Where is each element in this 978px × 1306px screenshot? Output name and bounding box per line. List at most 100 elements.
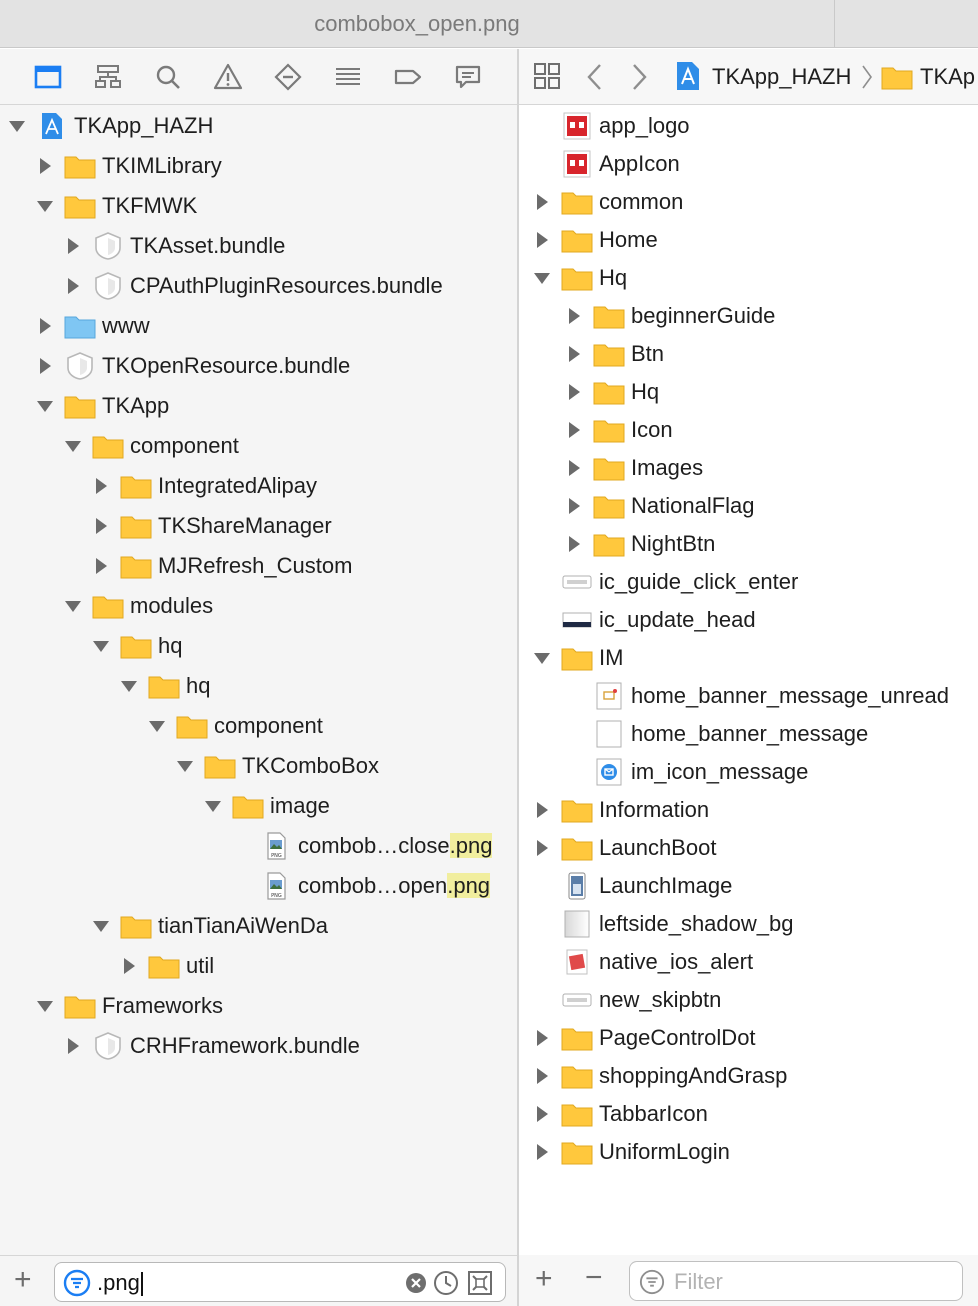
navigator-filter-field[interactable]: .png — [54, 1262, 506, 1302]
tree-row[interactable]: native_ios_alert — [533, 942, 753, 982]
disclosure-closed-icon[interactable] — [565, 421, 583, 439]
tree-row[interactable]: tianTianAiWenDa — [92, 906, 328, 946]
disclosure-open-icon[interactable] — [533, 649, 551, 667]
tree-row[interactable]: hq — [120, 666, 210, 706]
comment-icon[interactable] — [450, 59, 486, 95]
tree-row[interactable]: PageControlDot — [533, 1018, 756, 1058]
tree-row[interactable]: PNG combob…open.png — [232, 866, 491, 906]
tree-row[interactable]: LaunchImage — [533, 866, 732, 906]
tree-row[interactable]: ic_update_head — [533, 600, 756, 640]
tree-row[interactable]: component — [148, 706, 323, 746]
tree-row[interactable]: Information — [533, 790, 709, 830]
breadcrumb-project[interactable]: TKApp_HAZH — [712, 49, 851, 104]
add-file-button[interactable]: + — [14, 1265, 32, 1295]
tree-row[interactable]: TKShareManager — [92, 506, 332, 546]
tree-row[interactable]: CPAuthPluginResources.bundle — [64, 266, 443, 306]
tree-row[interactable]: beginnerGuide — [565, 296, 775, 336]
breadcrumb-folder[interactable]: TKAp — [920, 49, 975, 104]
back-arrow-icon[interactable] — [585, 62, 605, 92]
disclosure-closed-icon[interactable] — [92, 517, 110, 535]
tree-row[interactable]: Icon — [565, 410, 673, 450]
list-icon[interactable] — [330, 59, 366, 95]
disclosure-closed-icon[interactable] — [565, 383, 583, 401]
disclosure-open-icon[interactable] — [36, 397, 54, 415]
disclosure-closed-icon[interactable] — [565, 345, 583, 363]
tree-row[interactable]: TKApp_HAZH — [8, 106, 213, 146]
tree-row[interactable]: leftside_shadow_bg — [533, 904, 793, 944]
disclosure-open-icon[interactable] — [120, 677, 138, 695]
disclosure-open-icon[interactable] — [204, 797, 222, 815]
tree-row[interactable]: hq — [92, 626, 182, 666]
search-icon[interactable] — [150, 59, 186, 95]
tree-row[interactable]: common — [533, 182, 683, 222]
tree-row[interactable]: Home — [533, 220, 658, 260]
disclosure-closed-icon[interactable] — [36, 317, 54, 335]
tree-row[interactable]: IM — [533, 638, 623, 678]
disclosure-open-icon[interactable] — [36, 997, 54, 1015]
tree-row[interactable]: LaunchBoot — [533, 828, 716, 868]
tree-row[interactable]: shoppingAndGrasp — [533, 1056, 787, 1096]
disclosure-open-icon[interactable] — [92, 637, 110, 655]
disclosure-open-icon[interactable] — [36, 197, 54, 215]
tree-row[interactable]: util — [120, 946, 214, 986]
tree-row[interactable]: NationalFlag — [565, 486, 755, 526]
disclosure-closed-icon[interactable] — [533, 839, 551, 857]
tree-row[interactable]: app_logo — [533, 106, 690, 146]
disclosure-closed-icon[interactable] — [565, 497, 583, 515]
tree-row[interactable]: UniformLogin — [533, 1132, 730, 1172]
tree-row[interactable]: TKOpenResource.bundle — [36, 346, 350, 386]
asset-filter-field[interactable]: Filter — [629, 1261, 963, 1301]
filter-input-value[interactable]: .png — [97, 1263, 143, 1303]
tree-row[interactable]: TabbarIcon — [533, 1094, 708, 1134]
disclosure-open-icon[interactable] — [92, 917, 110, 935]
disclosure-closed-icon[interactable] — [36, 157, 54, 175]
disclosure-closed-icon[interactable] — [533, 1105, 551, 1123]
tree-row[interactable]: TKFMWK — [36, 186, 197, 226]
clear-icon[interactable] — [405, 1272, 427, 1294]
disclosure-open-icon[interactable] — [148, 717, 166, 735]
tree-row[interactable]: Images — [565, 448, 703, 488]
disclosure-closed-icon[interactable] — [533, 193, 551, 211]
folder-icon[interactable] — [30, 59, 66, 95]
tree-row[interactable]: PNG combob…close.png — [232, 826, 493, 866]
tree-row[interactable]: IntegratedAlipay — [92, 466, 317, 506]
disclosure-closed-icon[interactable] — [533, 1143, 551, 1161]
disclosure-closed-icon[interactable] — [36, 357, 54, 375]
disclosure-open-icon[interactable] — [64, 437, 82, 455]
disclosure-open-icon[interactable] — [533, 269, 551, 287]
tree-row[interactable]: www — [36, 306, 150, 346]
disclosure-closed-icon[interactable] — [92, 557, 110, 575]
tree-row[interactable]: home_banner_message — [565, 714, 868, 754]
breakpoint-icon[interactable] — [270, 59, 306, 95]
tree-row[interactable]: ic_guide_click_enter — [533, 562, 798, 602]
tree-row[interactable]: AppIcon — [533, 144, 680, 184]
hierarchy-icon[interactable] — [90, 59, 126, 95]
tree-row[interactable]: new_skipbtn — [533, 980, 721, 1020]
disclosure-closed-icon[interactable] — [565, 535, 583, 553]
disclosure-closed-icon[interactable] — [92, 477, 110, 495]
disclosure-closed-icon[interactable] — [565, 307, 583, 325]
disclosure-closed-icon[interactable] — [64, 1037, 82, 1055]
tree-row[interactable]: TKComboBox — [176, 746, 379, 786]
tree-row[interactable]: component — [64, 426, 239, 466]
disclosure-closed-icon[interactable] — [533, 801, 551, 819]
tree-row[interactable]: TKAsset.bundle — [64, 226, 285, 266]
tree-row[interactable]: Hq — [533, 258, 627, 298]
disclosure-closed-icon[interactable] — [64, 277, 82, 295]
tree-row[interactable]: Btn — [565, 334, 664, 374]
disclosure-open-icon[interactable] — [64, 597, 82, 615]
tree-row[interactable]: NightBtn — [565, 524, 715, 564]
warning-icon[interactable] — [210, 59, 246, 95]
tree-row[interactable]: home_banner_message_unread — [565, 676, 949, 716]
tree-row[interactable]: im_icon_message — [565, 752, 808, 792]
tree-row[interactable]: Frameworks — [36, 986, 223, 1026]
scm-status-icon[interactable] — [467, 1270, 493, 1296]
tree-row[interactable]: modules — [64, 586, 213, 626]
forward-arrow-icon[interactable] — [629, 62, 649, 92]
tree-row[interactable]: CRHFramework.bundle — [64, 1026, 360, 1066]
remove-asset-button[interactable]: − — [585, 1263, 603, 1293]
disclosure-closed-icon[interactable] — [64, 237, 82, 255]
disclosure-closed-icon[interactable] — [565, 459, 583, 477]
recent-files-icon[interactable] — [433, 1270, 459, 1296]
tag-icon[interactable] — [390, 59, 426, 95]
